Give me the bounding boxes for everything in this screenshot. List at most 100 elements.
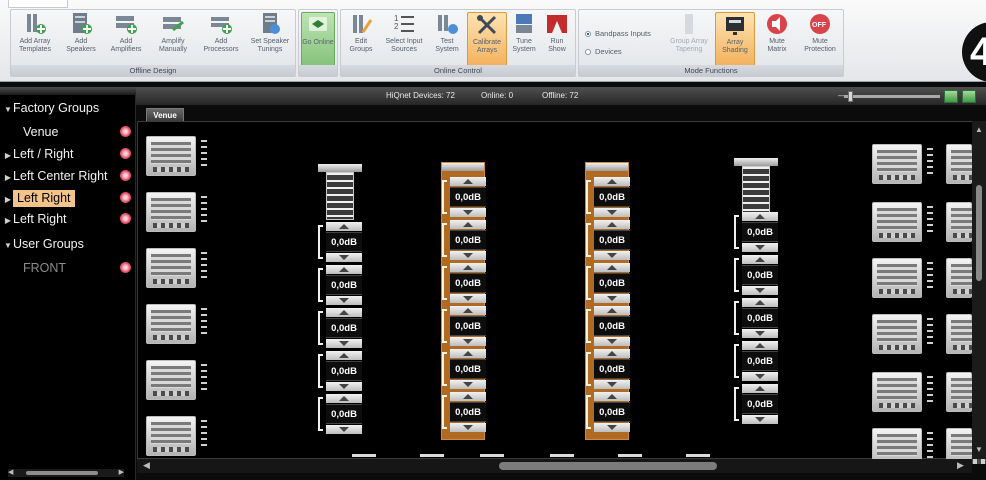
gain-control[interactable]: 0,0dB bbox=[326, 308, 362, 348]
edit-groups-button[interactable]: Edit Groups bbox=[343, 12, 379, 66]
gain-down-icon[interactable] bbox=[450, 337, 486, 346]
gain-up-icon[interactable] bbox=[742, 384, 778, 393]
gain-down-icon[interactable] bbox=[742, 243, 778, 252]
add-processors-button[interactable]: Add Processors bbox=[199, 12, 243, 66]
mute-protection-button[interactable]: OFF Mute Protection bbox=[799, 12, 841, 66]
gain-control[interactable]: 0,0dB bbox=[450, 349, 486, 389]
gain-control[interactable]: 0,0dB bbox=[450, 177, 486, 217]
select-input-sources-button[interactable]: 12 Select Input Sources bbox=[381, 12, 427, 66]
scroll-left-icon[interactable]: ◀ bbox=[143, 460, 150, 471]
group-pin-icon[interactable] bbox=[120, 262, 131, 273]
gain-down-icon[interactable] bbox=[326, 339, 362, 348]
gain-down-icon[interactable] bbox=[742, 372, 778, 381]
tab-venue[interactable]: Venue bbox=[146, 108, 184, 121]
set-speaker-tunings-button[interactable]: Set Speaker Tunings bbox=[247, 12, 293, 66]
gain-down-icon[interactable] bbox=[742, 415, 778, 424]
tree-item-left-right-selected[interactable]: ▶ Left Right bbox=[0, 188, 136, 208]
gain-up-icon[interactable] bbox=[326, 394, 362, 403]
amplifier-device[interactable] bbox=[146, 360, 207, 400]
gain-up-icon[interactable] bbox=[450, 263, 486, 272]
scroll-left-icon[interactable]: ◀ bbox=[8, 468, 13, 476]
gain-up-icon[interactable] bbox=[326, 308, 362, 317]
expand-arrow-icon[interactable]: ▼ bbox=[3, 236, 13, 256]
speaker-array[interactable]: 0,0dB 0,0dB 0,0dB 0,0dB 0,0dB bbox=[318, 164, 362, 434]
gain-up-icon[interactable] bbox=[594, 349, 630, 358]
gain-down-icon[interactable] bbox=[326, 296, 362, 305]
amplifier-device[interactable] bbox=[146, 192, 207, 232]
add-amplifiers-button[interactable]: Add Amplifiers bbox=[105, 12, 147, 66]
scroll-thumb[interactable] bbox=[976, 185, 982, 281]
speaker-array[interactable]: 0,0dB 0,0dB 0,0dB 0,0dB 0,0dB bbox=[734, 158, 778, 430]
amplifier-device[interactable] bbox=[146, 248, 207, 288]
test-system-button[interactable]: Test System bbox=[429, 12, 465, 66]
gain-up-icon[interactable] bbox=[742, 298, 778, 307]
tune-system-button[interactable]: Tune System bbox=[509, 12, 539, 66]
gain-down-icon[interactable] bbox=[742, 286, 778, 295]
add-speakers-button[interactable]: Add Speakers bbox=[61, 12, 101, 66]
amplifier-device[interactable] bbox=[946, 202, 986, 242]
gain-up-icon[interactable] bbox=[450, 177, 486, 186]
canvas-horizontal-scrollbar[interactable]: ◀ ▶ bbox=[137, 459, 972, 473]
gain-down-icon[interactable] bbox=[742, 329, 778, 338]
amplifier-device[interactable] bbox=[146, 304, 207, 344]
gain-down-icon[interactable] bbox=[326, 382, 362, 391]
gain-up-icon[interactable] bbox=[742, 341, 778, 350]
gain-up-icon[interactable] bbox=[594, 263, 630, 272]
scroll-thumb[interactable] bbox=[499, 462, 717, 470]
speaker-array-selected[interactable]: 0,0dB 0,0dB 0,0dB 0,0dB 0,0dB 0,0dB bbox=[441, 162, 486, 440]
expand-arrow-icon[interactable]: ▶ bbox=[3, 168, 13, 188]
gain-down-icon[interactable] bbox=[450, 294, 486, 303]
gain-down-icon[interactable] bbox=[594, 380, 630, 389]
gain-up-icon[interactable] bbox=[326, 351, 362, 360]
speaker-array-selected[interactable]: 0,0dB 0,0dB 0,0dB 0,0dB 0,0dB 0,0dB bbox=[585, 162, 630, 440]
canvas-vertical-scrollbar[interactable]: ▲ ▼ bbox=[972, 121, 986, 459]
tree-item-left-right[interactable]: ▶ Left / Right bbox=[0, 144, 136, 164]
calibrate-arrays-button[interactable]: Calibrate Arrays bbox=[467, 12, 507, 66]
mute-matrix-button[interactable]: Mute Matrix bbox=[759, 12, 795, 66]
amplify-manually-button[interactable]: Amplify Manually bbox=[151, 12, 195, 66]
gain-down-icon[interactable] bbox=[594, 294, 630, 303]
expand-arrow-icon[interactable]: ▶ bbox=[3, 146, 13, 166]
ribbon-tab[interactable] bbox=[8, 0, 68, 8]
gain-up-icon[interactable] bbox=[450, 349, 486, 358]
gain-control[interactable]: 0,0dB bbox=[742, 212, 778, 252]
amplifier-device[interactable] bbox=[146, 136, 207, 176]
gain-control[interactable]: 0,0dB bbox=[742, 298, 778, 338]
scroll-thumb[interactable] bbox=[26, 471, 98, 475]
gain-down-icon[interactable] bbox=[450, 423, 486, 432]
gain-up-icon[interactable] bbox=[326, 222, 362, 231]
gain-up-icon[interactable] bbox=[450, 392, 486, 401]
amplifier-device[interactable] bbox=[872, 372, 933, 412]
tree-item-factory-groups[interactable]: ▼Factory Groups bbox=[0, 98, 136, 118]
gain-down-icon[interactable] bbox=[326, 425, 362, 434]
amplifier-device[interactable] bbox=[146, 416, 207, 456]
gain-control[interactable]: 0,0dB bbox=[742, 341, 778, 381]
scroll-right-icon[interactable]: ▶ bbox=[119, 468, 124, 476]
amplifier-device[interactable] bbox=[872, 314, 933, 354]
gain-up-icon[interactable] bbox=[594, 392, 630, 401]
zoom-slider[interactable] bbox=[844, 95, 940, 98]
add-array-templates-button[interactable]: Add Array Templates bbox=[13, 12, 57, 66]
expand-arrow-icon[interactable]: ▼ bbox=[3, 100, 13, 120]
gain-down-icon[interactable] bbox=[450, 208, 486, 217]
group-pin-icon[interactable] bbox=[120, 126, 131, 137]
gain-down-icon[interactable] bbox=[450, 380, 486, 389]
gain-control[interactable]: 0,0dB bbox=[594, 220, 630, 260]
tree-item-left-right-2[interactable]: ▶ Left Right bbox=[0, 209, 136, 229]
go-online-button[interactable]: Go Online bbox=[301, 12, 335, 66]
gain-up-icon[interactable] bbox=[450, 306, 486, 315]
gain-control[interactable]: 0,0dB bbox=[594, 392, 630, 432]
fit-view-icon[interactable] bbox=[944, 90, 958, 103]
amplifier-device[interactable] bbox=[946, 314, 986, 354]
group-pin-icon[interactable] bbox=[120, 148, 131, 159]
gain-control[interactable]: 0,0dB bbox=[594, 306, 630, 346]
gain-up-icon[interactable] bbox=[450, 220, 486, 229]
amplifier-device[interactable] bbox=[872, 258, 933, 298]
expand-arrow-icon[interactable]: ▶ bbox=[3, 190, 13, 210]
gain-up-icon[interactable] bbox=[742, 212, 778, 221]
gain-up-icon[interactable] bbox=[594, 177, 630, 186]
group-pin-icon[interactable] bbox=[120, 170, 131, 181]
tree-item-user-groups[interactable]: ▼User Groups bbox=[0, 234, 136, 254]
scroll-down-icon[interactable]: ▼ bbox=[975, 445, 983, 454]
gain-control[interactable]: 0,0dB bbox=[326, 222, 362, 262]
